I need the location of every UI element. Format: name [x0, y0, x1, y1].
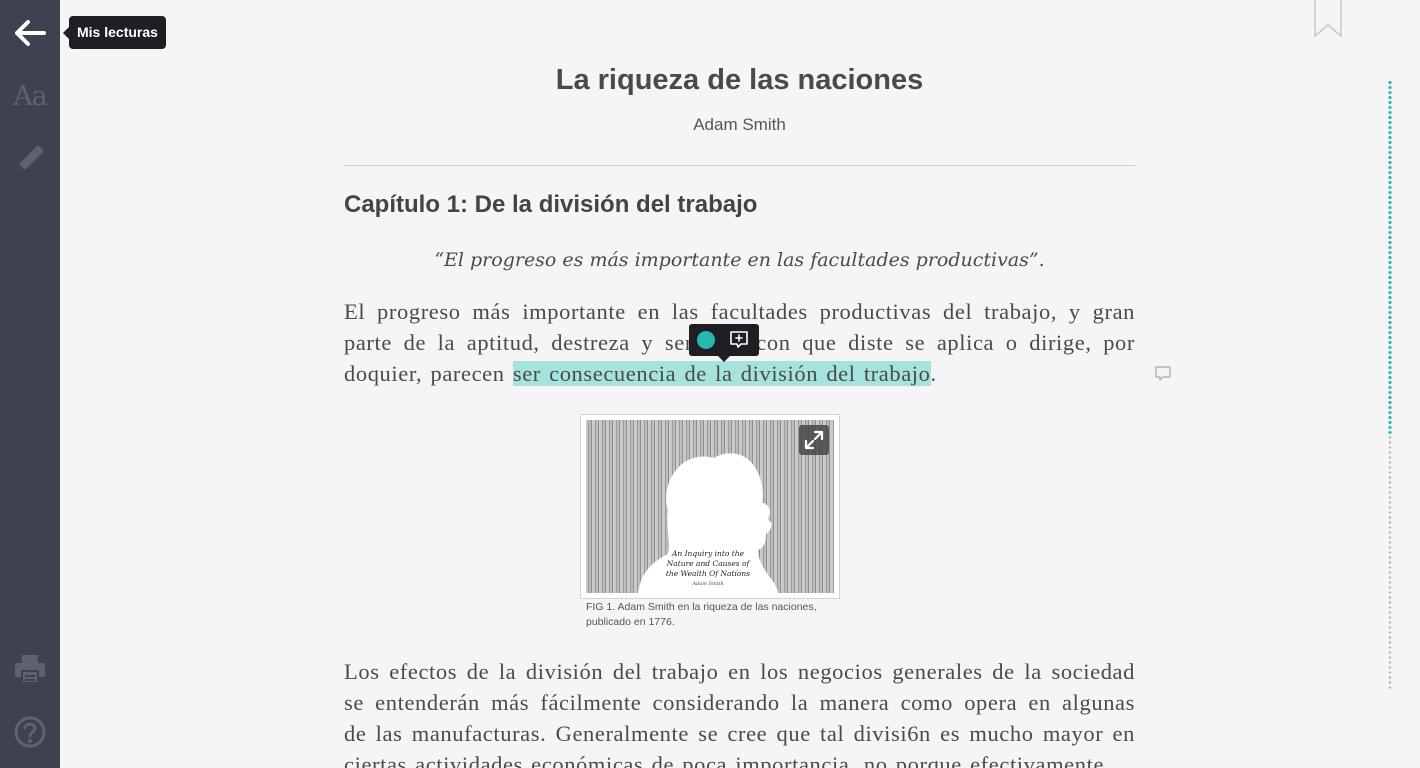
- book-title: La riqueza de las naciones: [555, 64, 924, 96]
- book-author: Adam Smith: [693, 115, 786, 134]
- chapter-title: Capítulo 1: De la división del trabajo: [344, 191, 758, 218]
- back-button[interactable]: [0, 5, 60, 61]
- add-note-icon: [730, 331, 748, 348]
- bookmark-icon[interactable]: [1314, 0, 1342, 38]
- header-divider: [344, 165, 1135, 166]
- paragraph-2[interactable]: Los efectos de la división del trabajo e…: [344, 656, 1135, 768]
- figure-image[interactable]: An Inquiry into the Nature and Causes of…: [586, 420, 834, 593]
- adam-smith-silhouette: An Inquiry into the Nature and Causes of…: [638, 453, 778, 593]
- annotate-button[interactable]: [0, 131, 60, 187]
- expand-icon: [804, 430, 824, 450]
- image-text-line-3: the Wealth Of Nations: [666, 569, 750, 578]
- arrow-left-icon: [15, 20, 46, 46]
- figure-caption: FIG 1. Adam Smith en la riqueza de las n…: [586, 601, 817, 628]
- paragraph-1-end: .: [930, 361, 937, 386]
- image-text-line-1: An Inquiry into the: [671, 549, 745, 558]
- reading-progress-fill: [1388, 80, 1392, 434]
- pencil-icon: [18, 145, 44, 171]
- image-text-line-4: Adam Smith: [691, 581, 723, 587]
- back-tooltip: Mis lecturas: [63, 16, 166, 49]
- add-note-button[interactable]: [729, 330, 749, 350]
- highlighted-text[interactable]: ser consecuencia de la división del trab…: [512, 361, 931, 386]
- font-settings-button[interactable]: Aa: [0, 68, 60, 124]
- expand-image-button[interactable]: [799, 425, 829, 455]
- reader-sidebar: Aa: [0, 0, 60, 768]
- print-button[interactable]: [0, 641, 60, 697]
- font-size-icon: Aa: [13, 80, 48, 112]
- reading-progress-bar[interactable]: [1388, 80, 1392, 690]
- help-button[interactable]: [0, 704, 60, 760]
- comment-icon[interactable]: [1154, 365, 1172, 383]
- printer-icon: [15, 655, 45, 684]
- image-text-line-2: Nature and Causes of: [666, 559, 751, 568]
- chapter-epigraph: “El progreso es más importante en las fa…: [434, 249, 1045, 271]
- help-circle-icon: [14, 716, 46, 748]
- highlight-color-button[interactable]: [697, 331, 715, 349]
- highlight-popup: [689, 324, 759, 362]
